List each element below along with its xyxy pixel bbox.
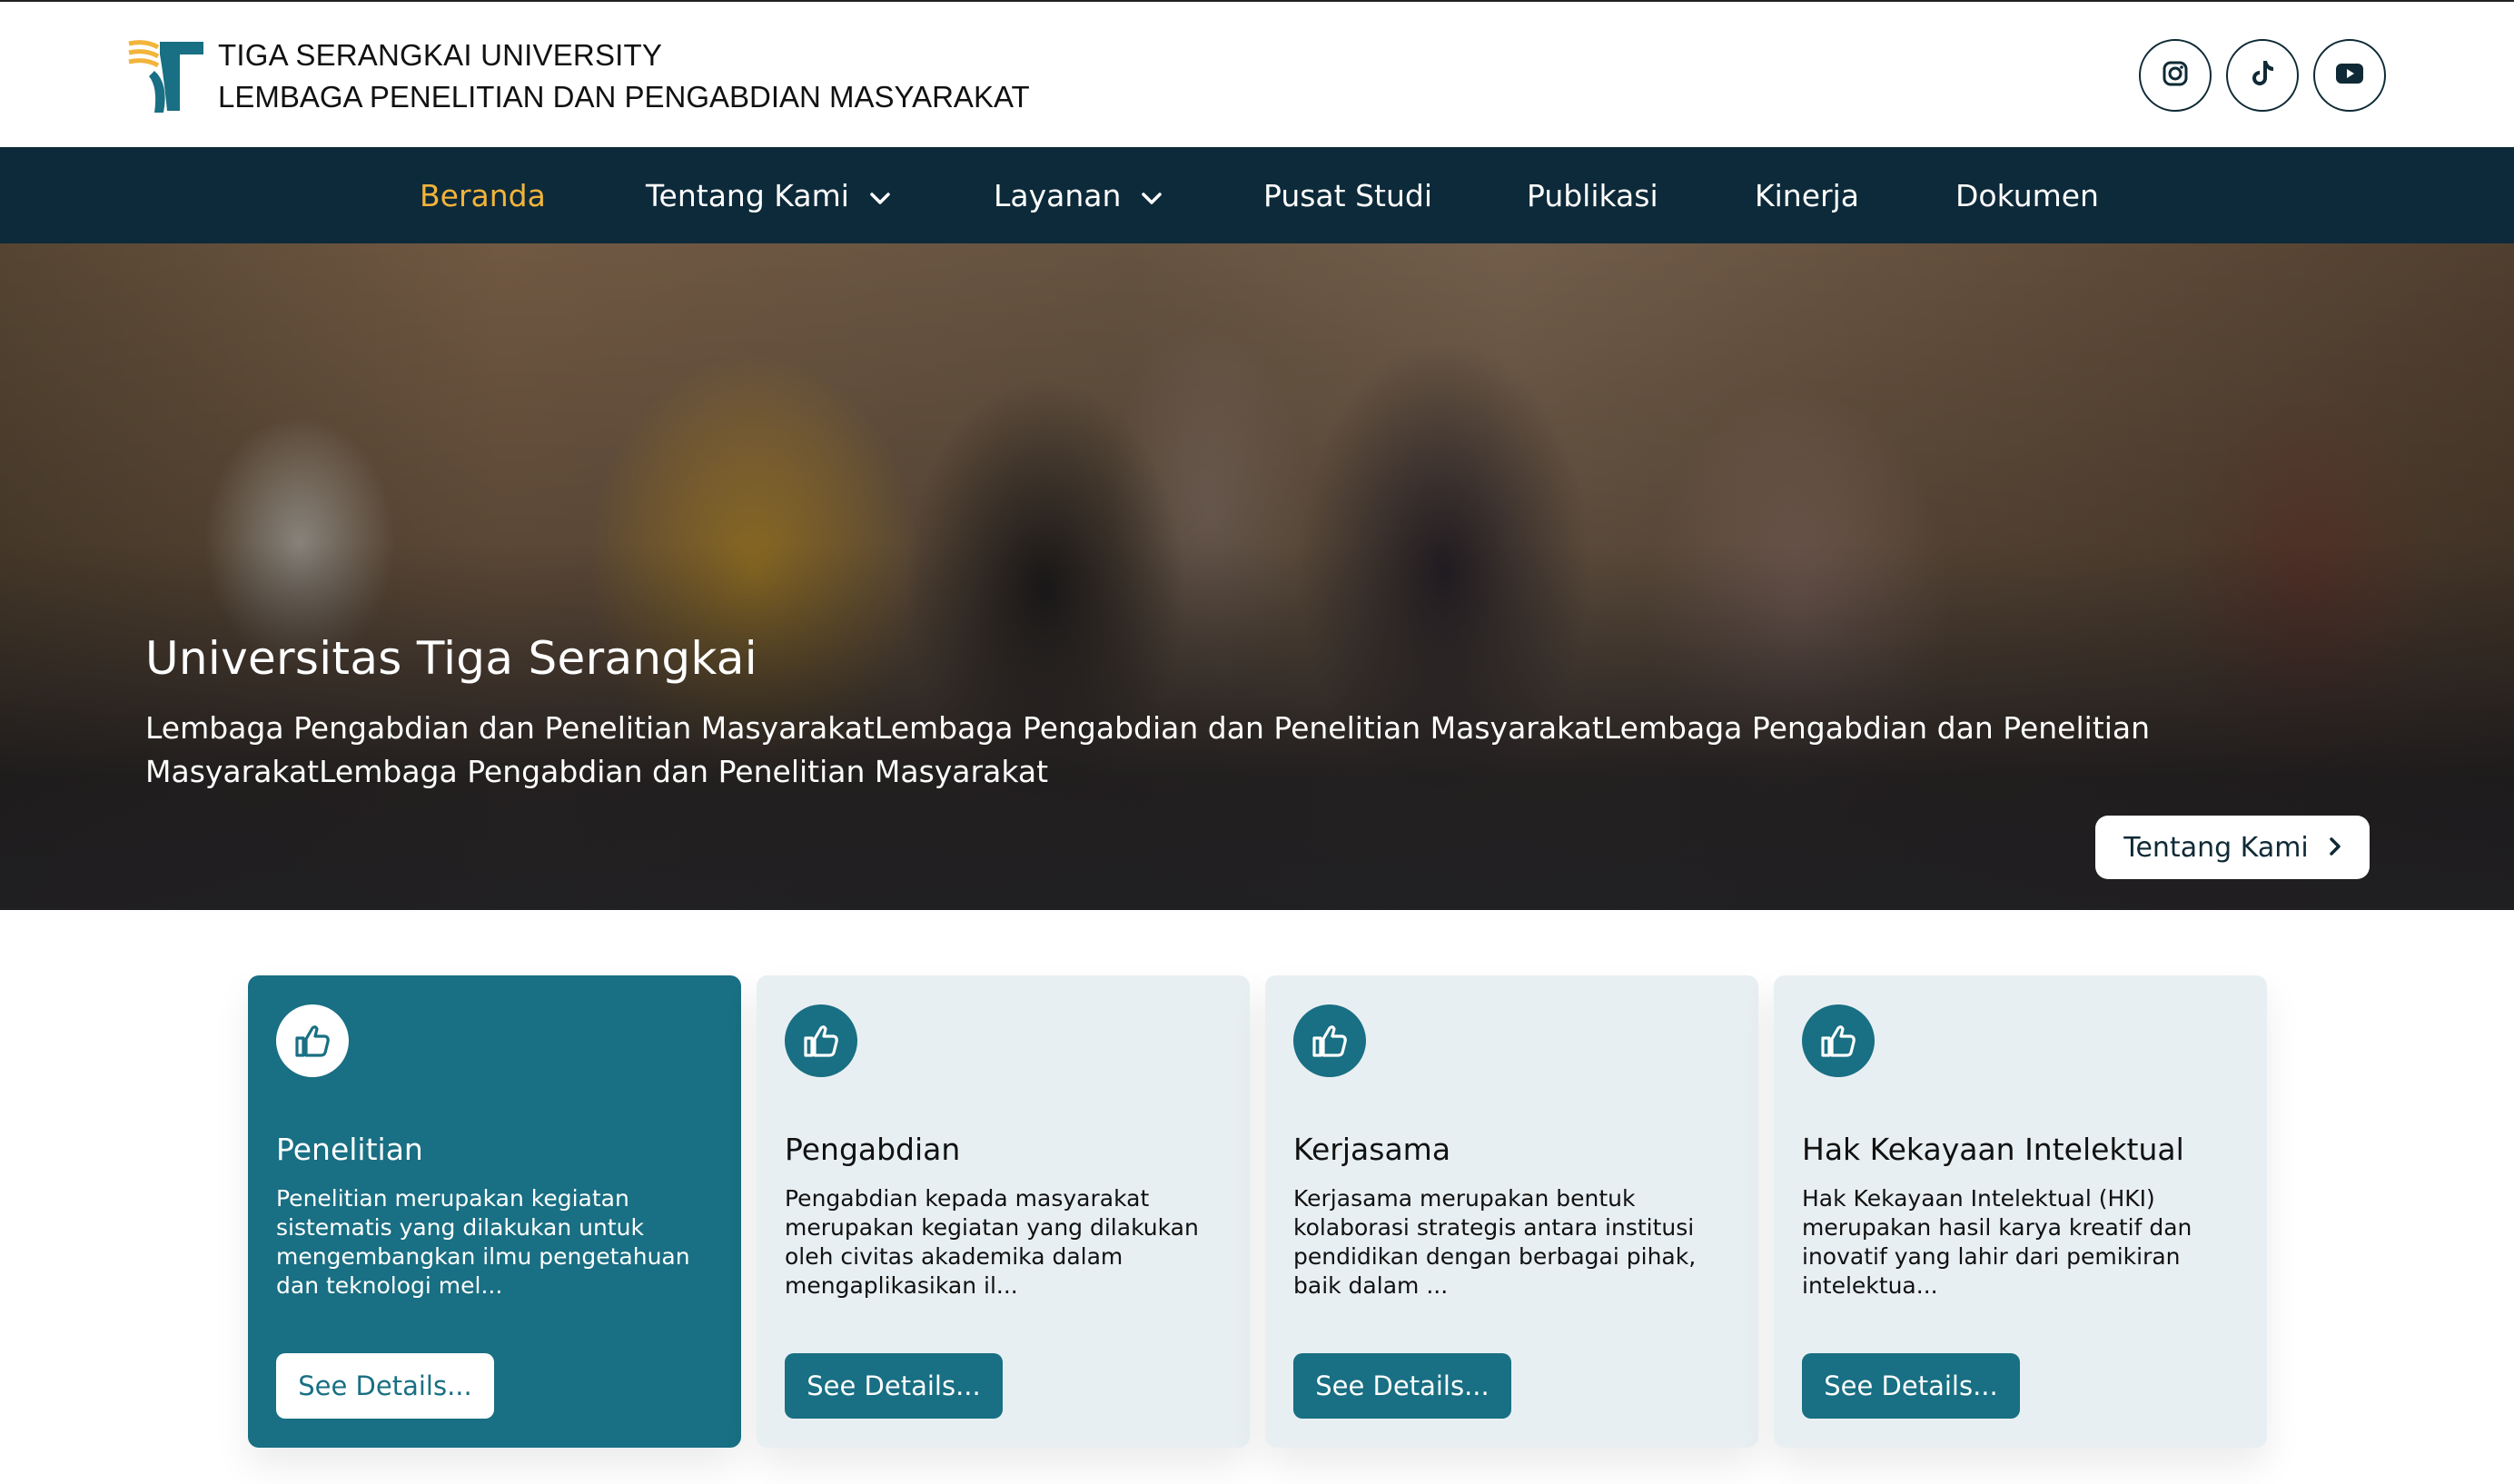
button-label: Tentang Kami xyxy=(2123,831,2309,864)
thumbs-up-icon xyxy=(785,1004,857,1077)
hero-overlay xyxy=(0,243,2514,910)
nav-label: Tentang Kami xyxy=(646,177,849,213)
see-details-button[interactable]: See Details... xyxy=(1802,1353,2020,1419)
card-description: Kerjasama merupakan bentuk kolaborasi st… xyxy=(1293,1185,1697,1299)
card-penelitian[interactable]: Penelitian Penelitian merupakan kegiatan… xyxy=(248,975,741,1448)
instagram-icon xyxy=(2162,60,2189,91)
institute-name: LEMBAGA PENELITIAN DAN PENGABDIAN MASYAR… xyxy=(218,80,1030,114)
hero-title: Universitas Tiga Serangkai xyxy=(145,632,757,685)
nav-kinerja[interactable]: Kinerja xyxy=(1755,147,1859,243)
main-nav: Beranda Tentang Kami Layanan Pusat Studi… xyxy=(0,147,2514,243)
nav-label: Kinerja xyxy=(1755,177,1859,213)
nav-tentang-kami[interactable]: Tentang Kami xyxy=(646,147,891,243)
thumbs-up-icon xyxy=(1293,1004,1366,1077)
card-description: Pengabdian kepada masyarakat merupakan k… xyxy=(785,1185,1199,1299)
see-details-button[interactable]: See Details... xyxy=(276,1353,494,1419)
thumbs-up-icon xyxy=(276,1004,349,1077)
instagram-button[interactable] xyxy=(2139,39,2212,112)
tiktok-button[interactable] xyxy=(2226,39,2299,112)
nav-label: Layanan xyxy=(994,177,1122,213)
nav-label: Beranda xyxy=(420,177,546,213)
card-kerjasama[interactable]: Kerjasama Kerjasama merupakan bentuk kol… xyxy=(1265,975,1758,1448)
card-pengabdian[interactable]: Pengabdian Pengabdian kepada masyarakat … xyxy=(757,975,1250,1448)
about-us-button[interactable]: Tentang Kami xyxy=(2095,816,2370,879)
see-details-button[interactable]: See Details... xyxy=(1293,1353,1511,1419)
hero-banner: Universitas Tiga Serangkai Lembaga Penga… xyxy=(0,243,2514,910)
card-title: Pengabdian xyxy=(785,1132,961,1167)
nav-pusat-studi[interactable]: Pusat Studi xyxy=(1263,147,1432,243)
hero-description: Lembaga Pengabdian dan Penelitian Masyar… xyxy=(145,710,2151,789)
youtube-icon xyxy=(2335,63,2364,88)
university-logo[interactable] xyxy=(127,38,205,114)
nav-label: Pusat Studi xyxy=(1263,177,1432,213)
card-title: Hak Kekayaan Intelektual xyxy=(1802,1132,2184,1167)
nav-dokumen[interactable]: Dokumen xyxy=(1955,147,2099,243)
brand-text: TIGA SERANGKAI UNIVERSITY LEMBAGA PENELI… xyxy=(218,35,1030,118)
chevron-right-icon xyxy=(2329,832,2341,864)
tiktok-icon xyxy=(2249,59,2276,92)
see-details-button[interactable]: See Details... xyxy=(785,1353,1003,1419)
card-description: Hak Kekayaan Intelektual (HKI) merupakan… xyxy=(1802,1185,2192,1299)
nav-label: Publikasi xyxy=(1527,177,1658,213)
university-name: TIGA SERANGKAI UNIVERSITY xyxy=(218,38,663,72)
card-description: Penelitian merupakan kegiatan sistematis… xyxy=(276,1185,690,1299)
site-header: TIGA SERANGKAI UNIVERSITY LEMBAGA PENELI… xyxy=(0,0,2514,147)
nav-publikasi[interactable]: Publikasi xyxy=(1527,147,1658,243)
card-title: Kerjasama xyxy=(1293,1132,1451,1167)
youtube-button[interactable] xyxy=(2313,39,2386,112)
nav-label: Dokumen xyxy=(1955,177,2099,213)
card-hki[interactable]: Hak Kekayaan Intelektual Hak Kekayaan In… xyxy=(1774,975,2267,1448)
chevron-down-icon xyxy=(869,178,891,213)
thumbs-up-icon xyxy=(1802,1004,1875,1077)
nav-layanan[interactable]: Layanan xyxy=(994,147,1163,243)
nav-beranda[interactable]: Beranda xyxy=(420,147,546,243)
chevron-down-icon xyxy=(1141,178,1163,213)
card-title: Penelitian xyxy=(276,1132,423,1167)
